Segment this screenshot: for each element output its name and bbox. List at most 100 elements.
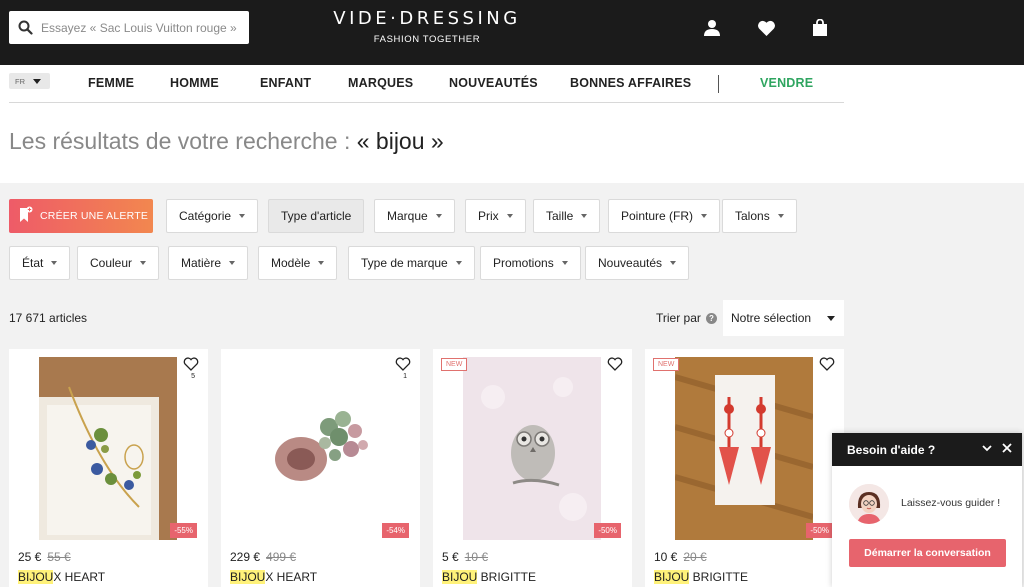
discount-badge: -54%	[382, 523, 409, 538]
filter-matiere[interactable]: Matière	[168, 246, 249, 280]
results-count: 17 671 articles	[9, 311, 88, 325]
product-brand[interactable]: BIJOUX HEART	[18, 570, 105, 584]
chat-title: Besoin d'aide ?	[847, 442, 936, 457]
product-image[interactable]	[251, 357, 389, 540]
sort-label: Trier par	[656, 311, 701, 325]
filter-pointure[interactable]: Pointure (FR)	[608, 199, 721, 233]
filter-label: Prix	[478, 209, 499, 223]
nav-item-femme[interactable]: FEMME	[88, 76, 134, 90]
product-brand[interactable]: BIJOU BRIGITTE	[442, 570, 536, 584]
caret-down-icon	[506, 214, 513, 218]
header-icons	[701, 17, 831, 39]
product-card[interactable]: 1 -54% 229 € 499 € BIJOUX HEART	[221, 349, 420, 587]
sort-dropdown[interactable]: Notre sélection	[723, 300, 844, 336]
chat-controls	[981, 442, 1013, 457]
filter-label: Couleur	[90, 256, 133, 270]
brand-highlight: BIJOU	[654, 570, 690, 584]
create-alert-button[interactable]: CRÉER UNE ALERTE	[9, 199, 153, 233]
close-icon[interactable]	[1001, 442, 1013, 457]
filter-label: Modèle	[271, 256, 311, 270]
nav-item-bonnes-affaires[interactable]: BONNES AFFAIRES	[570, 76, 691, 90]
product-price: 25 € 55 €	[18, 550, 71, 564]
product-image[interactable]	[39, 357, 177, 540]
search-input[interactable]: Essayez « Sac Louis Vuitton rouge »	[41, 21, 237, 35]
title-prefix: Les résultats de votre recherche :	[9, 128, 351, 154]
help-chat-widget: Besoin d'aide ? Laissez-vous guider ! Dé…	[832, 433, 1022, 587]
caret-down-icon	[777, 214, 784, 218]
current-price: 229 €	[230, 550, 261, 564]
filter-talons[interactable]: Talons	[722, 199, 797, 233]
filter-label: Matière	[181, 256, 222, 270]
start-conversation-button[interactable]: Démarrer la conversation	[849, 539, 1006, 567]
nav-item-marques[interactable]: MARQUES	[348, 76, 413, 90]
filter-categorie[interactable]: Catégorie	[166, 199, 259, 233]
nav-item-nouveautes[interactable]: NOUVEAUTÉS	[449, 76, 538, 90]
language-select[interactable]: FR	[9, 73, 50, 89]
minimize-chevron-icon[interactable]	[981, 442, 993, 457]
product-image[interactable]	[463, 357, 601, 540]
caret-down-icon	[827, 315, 835, 321]
nav-item-enfant[interactable]: ENFANT	[260, 76, 311, 90]
logo-text[interactable]: VIDE·DRESSING	[312, 8, 542, 29]
filter-modele[interactable]: Modèle	[258, 246, 338, 280]
caret-down-icon	[670, 261, 677, 265]
filter-type-article[interactable]: Type d'article	[268, 199, 365, 233]
top-header: Essayez « Sac Louis Vuitton rouge » VIDE…	[0, 0, 1024, 65]
discount-badge: -55%	[170, 523, 197, 538]
product-card[interactable]: 5 -55% 25 € 55 € BIJOUX HEART	[9, 349, 208, 587]
filter-promotions[interactable]: Promotions	[480, 246, 581, 280]
filter-label: Type d'article	[281, 209, 352, 223]
filter-marque[interactable]: Marque	[374, 199, 455, 233]
filter-label: Type de marque	[361, 256, 448, 270]
favorite-heart-icon[interactable]	[819, 357, 835, 371]
filter-couleur[interactable]: Couleur	[77, 246, 160, 280]
new-badge: NEW	[441, 358, 468, 371]
filter-type-de-marque[interactable]: Type de marque	[348, 246, 475, 280]
nav-item-homme[interactable]: HOMME	[170, 76, 219, 90]
alert-label: CRÉER UNE ALERTE	[40, 210, 149, 222]
heart-icon[interactable]	[755, 17, 777, 39]
product-brand[interactable]: BIJOUX HEART	[230, 570, 317, 584]
user-icon[interactable]	[701, 17, 723, 39]
nav-area: FR FEMME HOMME ENFANT MARQUES NOUVEAUTÉS…	[0, 65, 1024, 183]
filter-label: État	[22, 256, 44, 270]
search-icon[interactable]	[9, 20, 41, 35]
product-card[interactable]: NEW -50% 10 € 20 € BIJOU BRIGITTE	[645, 349, 844, 587]
chat-header[interactable]: Besoin d'aide ?	[832, 433, 1022, 466]
brand-rest: BRIGITTE	[477, 570, 537, 584]
caret-down-icon	[140, 261, 147, 265]
product-price: 10 € 20 €	[654, 550, 707, 564]
product-brand[interactable]: BIJOU BRIGITTE	[654, 570, 748, 584]
original-price: 499 €	[266, 550, 297, 564]
filter-label: Catégorie	[179, 209, 232, 223]
filter-nouveautes[interactable]: Nouveautés	[585, 246, 690, 280]
filter-label: Marque	[387, 209, 428, 223]
search-query: « bijou »	[356, 128, 444, 154]
favorite-heart-icon[interactable]	[395, 357, 411, 371]
sort-value: Notre sélection	[731, 311, 812, 325]
filter-label: Promotions	[493, 256, 554, 270]
caret-down-icon	[239, 214, 246, 218]
favorite-heart-icon[interactable]	[183, 357, 199, 371]
shopping-bag-icon[interactable]	[809, 17, 831, 39]
filter-prix[interactable]: Prix	[465, 199, 526, 233]
product-card[interactable]: NEW -50% 5 € 10 € BIJOU BRIGITTE	[433, 349, 632, 587]
favorite-heart-icon[interactable]	[607, 357, 623, 371]
filter-etat[interactable]: État	[9, 246, 71, 280]
page-title: Les résultats de votre recherche : « bij…	[9, 128, 444, 155]
help-icon[interactable]: ?	[705, 312, 717, 324]
filter-label: Nouveautés	[598, 256, 663, 270]
product-image[interactable]	[675, 357, 813, 540]
filter-taille[interactable]: Taille	[533, 199, 601, 233]
discount-badge: -50%	[806, 523, 833, 538]
new-badge: NEW	[653, 358, 680, 371]
brand-rest: X HEART	[53, 570, 106, 584]
nav-divider	[718, 75, 719, 93]
product-price: 229 € 499 €	[230, 550, 296, 564]
discount-badge: -50%	[594, 523, 621, 538]
caret-down-icon	[561, 261, 568, 265]
search-bar[interactable]: Essayez « Sac Louis Vuitton rouge »	[9, 11, 249, 44]
sell-link[interactable]: VENDRE	[760, 76, 813, 90]
site-logo[interactable]: VIDE·DRESSING FASHION TOGETHER	[312, 8, 542, 45]
caret-down-icon	[435, 214, 442, 218]
